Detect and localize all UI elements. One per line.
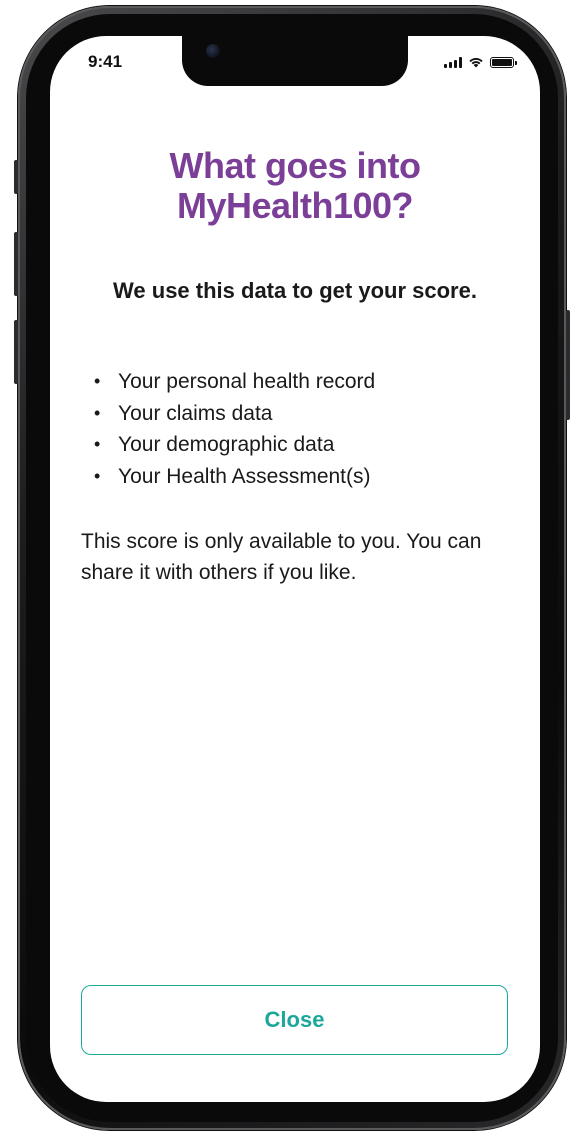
bullet-icon: • — [94, 465, 101, 486]
battery-level — [492, 58, 512, 66]
list-item-label: Your demographic data — [118, 433, 335, 456]
signal-icon — [444, 56, 462, 68]
camera-icon — [206, 44, 220, 58]
silent-switch — [14, 160, 18, 194]
phone-screen: 9:41 What goes into MyHealth100? We use … — [50, 36, 540, 1102]
list-item: • Your personal health record — [94, 366, 375, 398]
bullet-icon: • — [94, 402, 101, 423]
battery-icon — [490, 56, 517, 68]
data-sources-list: • Your personal health record • Your cla… — [94, 366, 375, 492]
volume-up-button — [14, 232, 18, 296]
status-time: 9:41 — [88, 52, 123, 71]
close-button[interactable]: Close — [81, 985, 508, 1055]
list-item-label: Your Health Assessment(s) — [118, 464, 371, 488]
page-title: What goes into MyHealth100? — [50, 146, 540, 226]
subtitle: We use this data to get your score. — [113, 278, 477, 303]
bullet-icon: • — [94, 371, 101, 391]
bullet-icon: • — [94, 434, 101, 454]
wifi-icon — [469, 58, 483, 68]
list-item: • Your Health Assessment(s) — [94, 461, 375, 493]
volume-down-button — [14, 320, 18, 384]
power-button — [566, 310, 570, 420]
notch — [182, 36, 408, 86]
privacy-note: This score is only available to you. You… — [81, 530, 482, 584]
list-item-label: Your personal health record — [118, 370, 376, 393]
list-item: • Your claims data — [94, 398, 375, 430]
list-item: • Your demographic data — [94, 429, 375, 461]
list-item-label: Your claims data — [118, 401, 273, 425]
status-icons — [444, 56, 517, 68]
title-line-1: What goes into — [169, 145, 421, 186]
title-line-2: MyHealth100? — [176, 185, 414, 226]
